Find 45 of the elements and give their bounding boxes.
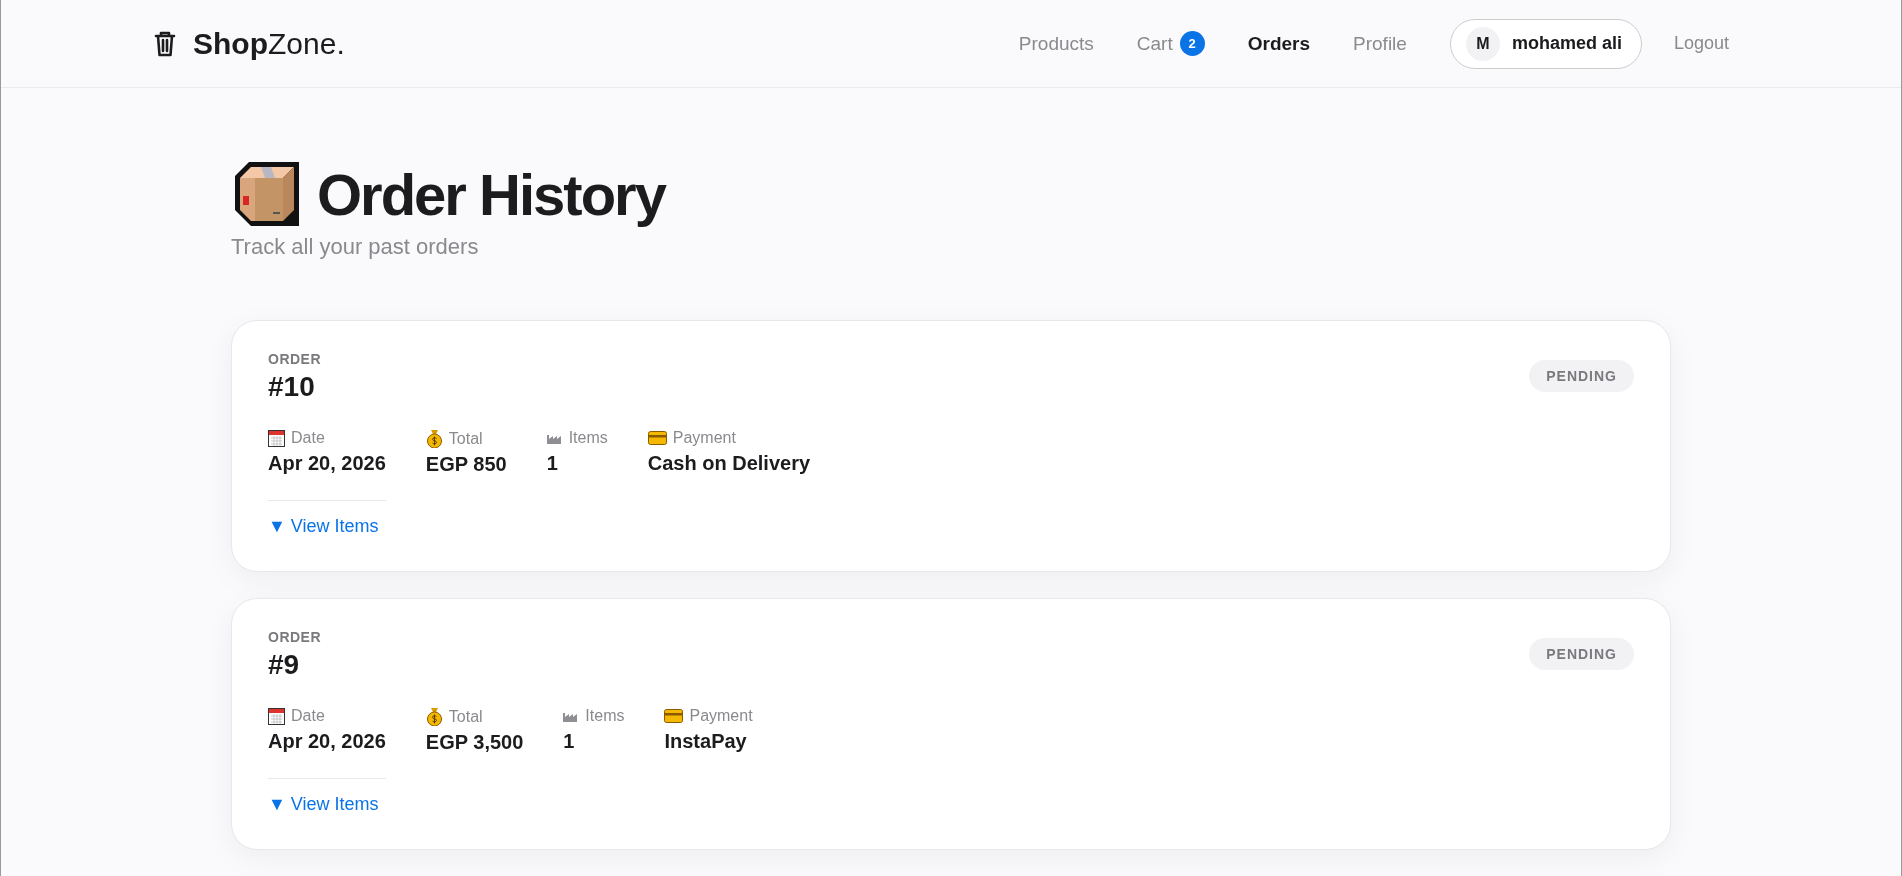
field-label: Items	[585, 707, 625, 725]
money-bag-icon	[425, 429, 443, 448]
user-avatar: M	[1465, 26, 1500, 61]
status-badge: PENDING	[1529, 360, 1634, 392]
calendar-icon	[268, 429, 285, 447]
credit-card-icon	[647, 431, 667, 445]
nav-link[interactable]: Orders	[1247, 32, 1311, 55]
field-label: Date	[291, 707, 325, 725]
field-label: Total	[448, 707, 483, 726]
field-value: EGP 850	[425, 453, 507, 476]
page-title: Order History	[317, 160, 665, 228]
logout-link[interactable]: Logout	[1673, 33, 1729, 54]
nav-link[interactable]: Profile	[1353, 32, 1407, 55]
order-number: #9	[268, 649, 301, 681]
view-items-link[interactable]: ▼ View Items	[268, 516, 379, 537]
page-subtitle: Track all your past orders	[231, 234, 480, 260]
order-label: ORDER	[268, 351, 322, 367]
nav-link[interactable]: Cart 2	[1136, 31, 1205, 56]
field-label: Payment	[689, 707, 753, 725]
brand-logo[interactable]: ShopZone.	[193, 26, 345, 61]
view-items-link[interactable]: ▼ View Items	[268, 794, 379, 815]
user-name: mohamed ali	[1511, 33, 1622, 54]
field-label: Payment	[672, 429, 736, 447]
field-value: EGP 3,500	[425, 731, 524, 754]
field-value: Apr 20, 2026	[268, 730, 386, 753]
cart-count-badge: 2	[1179, 31, 1205, 56]
field-value: Apr 20, 2026	[268, 452, 386, 475]
order-number: #10	[268, 371, 316, 403]
nav-link[interactable]: Products	[1018, 32, 1094, 55]
status-badge: PENDING	[1529, 638, 1634, 670]
factory-icon	[546, 432, 563, 444]
field-label: Date	[291, 429, 325, 447]
money-bag-icon	[425, 707, 443, 726]
factory-icon	[563, 710, 580, 722]
field-value: 1	[546, 452, 559, 475]
field-label: Items	[568, 429, 608, 447]
trash-bin-icon	[153, 30, 177, 57]
calendar-icon	[268, 707, 285, 725]
credit-card-icon	[664, 709, 684, 723]
field-value: InstaPay	[664, 730, 748, 753]
field-value: Cash on Delivery	[647, 452, 811, 475]
field-label: Total	[448, 429, 483, 448]
order-label: ORDER	[268, 629, 322, 645]
user-menu-button[interactable]: M mohamed ali	[1449, 18, 1642, 69]
field-value: 1	[563, 730, 576, 753]
